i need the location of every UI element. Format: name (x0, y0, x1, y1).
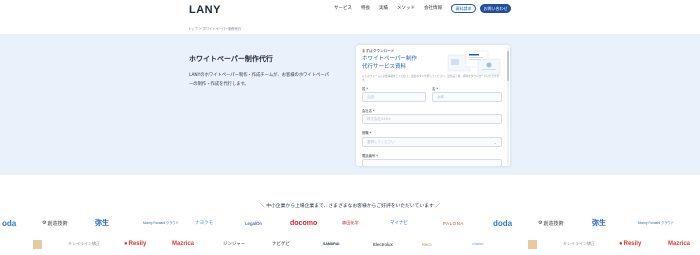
first-name-label: 名 * (432, 87, 438, 91)
nav-item-method[interactable]: メソッド (397, 5, 415, 11)
client-logo: chatbot (472, 242, 484, 246)
nav-item-company[interactable]: 会社情報 (424, 5, 442, 11)
client-logo: ● Resily (619, 241, 642, 247)
client-logos-row-2: キレイライン矯正 ● Resily Mazrica ジンジャー ナビゲビ SAMU… (0, 238, 700, 250)
client-logo: Money Forward クラウド (638, 221, 674, 225)
form-pretitle: まずはダウンロード (362, 49, 395, 53)
client-logo: Mazrica (668, 241, 691, 247)
client-logos-row-1: oda ⚙ 創造技術 弥生 Money Forward クラウド ナヨクモ Leg… (0, 217, 700, 229)
last-name-input[interactable]: 山田 (362, 92, 426, 102)
company-label: 会社名 * (362, 109, 375, 113)
hero-section (0, 34, 700, 175)
position-select[interactable]: 選択してください ⌄ (362, 137, 502, 147)
client-logo: PALONA (443, 220, 464, 226)
phone-input[interactable] (362, 159, 502, 166)
client-logo: docomo (290, 219, 318, 227)
client-logo: ● Resily (124, 241, 147, 247)
hero-description: LANYのホワイトペーパー制作・作成チームが、お客様のホワイトペーパーの制作・作… (189, 73, 329, 87)
form-scrollbar[interactable] (507, 47, 509, 164)
breadcrumb: トップ ＞ ホワイトペーパー制作代行 (188, 27, 241, 31)
site-header: LANY サービス 特長 実績 メソッド 会社情報 採用情報 資料請求 お問い合… (0, 0, 700, 22)
client-logo: ⚙ 創造技術 (538, 220, 564, 227)
client-logo: ナビゲビ (272, 241, 290, 246)
phone-label: 電話番号 * (362, 154, 378, 158)
last-name-label: 姓 * (362, 87, 368, 91)
client-logo: LegalOn (245, 220, 263, 226)
company-input[interactable]: 株式会社XXXX (362, 114, 502, 124)
client-logo: RIKO (422, 241, 432, 247)
nav-item-service[interactable]: サービス (334, 5, 352, 11)
position-label: 役職 * (362, 131, 372, 135)
client-logo: ⚙ 創造技術 (42, 220, 68, 227)
download-form-card: まずはダウンロード ホワイトペーパー制作代行サービス資料 以下のフォームに必要事… (356, 45, 510, 166)
main-nav: サービス 特長 実績 メソッド 会社情報 採用情報 (334, 5, 469, 11)
client-logo: doda (493, 218, 513, 228)
client-logo-square (528, 238, 537, 250)
client-logo: ナヨクモ (195, 220, 213, 225)
client-logo: Mazrica (172, 241, 195, 247)
nav-item-works[interactable]: 実績 (379, 5, 388, 11)
client-logo: SAMURAI (323, 242, 340, 246)
client-logo: Electrolux (373, 241, 393, 247)
client-logo: 弥生 (95, 220, 109, 227)
site-logo[interactable]: LANY (189, 4, 221, 16)
client-logo: キレイライン矯正 (563, 241, 595, 246)
client-logo: Money Forward クラウド (143, 221, 179, 225)
contact-button[interactable]: お問い合わせ (480, 4, 511, 13)
gear-icon: ⚙ (538, 220, 543, 226)
page-title: ホワイトペーパー制作代行 (189, 55, 273, 63)
nav-item-features[interactable]: 特長 (361, 5, 370, 11)
circle-icon: ● (124, 241, 128, 247)
position-select-value: 選択してください (367, 139, 395, 144)
client-logo: 弥生 (592, 220, 606, 227)
first-name-input[interactable]: 太郎 (432, 92, 502, 102)
client-logo: 森田化学 (342, 220, 359, 225)
form-instructions: 以下のフォームに必要事項をご入力の上、送信ボタンを押してください。送信完了後、資… (362, 75, 500, 82)
gear-icon: ⚙ (42, 220, 47, 226)
form-title: ホワイトペーパー制作代行サービス資料 (362, 56, 417, 70)
form-scrollbar-thumb[interactable] (507, 51, 509, 81)
client-logo: oda (2, 218, 17, 228)
client-logo-square (33, 238, 42, 250)
client-logo: キレイライン矯正 (68, 241, 100, 246)
chevron-down-icon: ⌄ (493, 139, 497, 145)
clients-heading: ＼ 中小企業から上場企業まで、さまざまなお客様からご好評をいただいています ／ (259, 204, 441, 209)
download-button[interactable]: 資料請求 (451, 4, 476, 13)
circle-icon: ● (619, 241, 623, 247)
client-logo: マイナビ (390, 220, 408, 225)
client-logo: ジンジャー (223, 241, 246, 246)
